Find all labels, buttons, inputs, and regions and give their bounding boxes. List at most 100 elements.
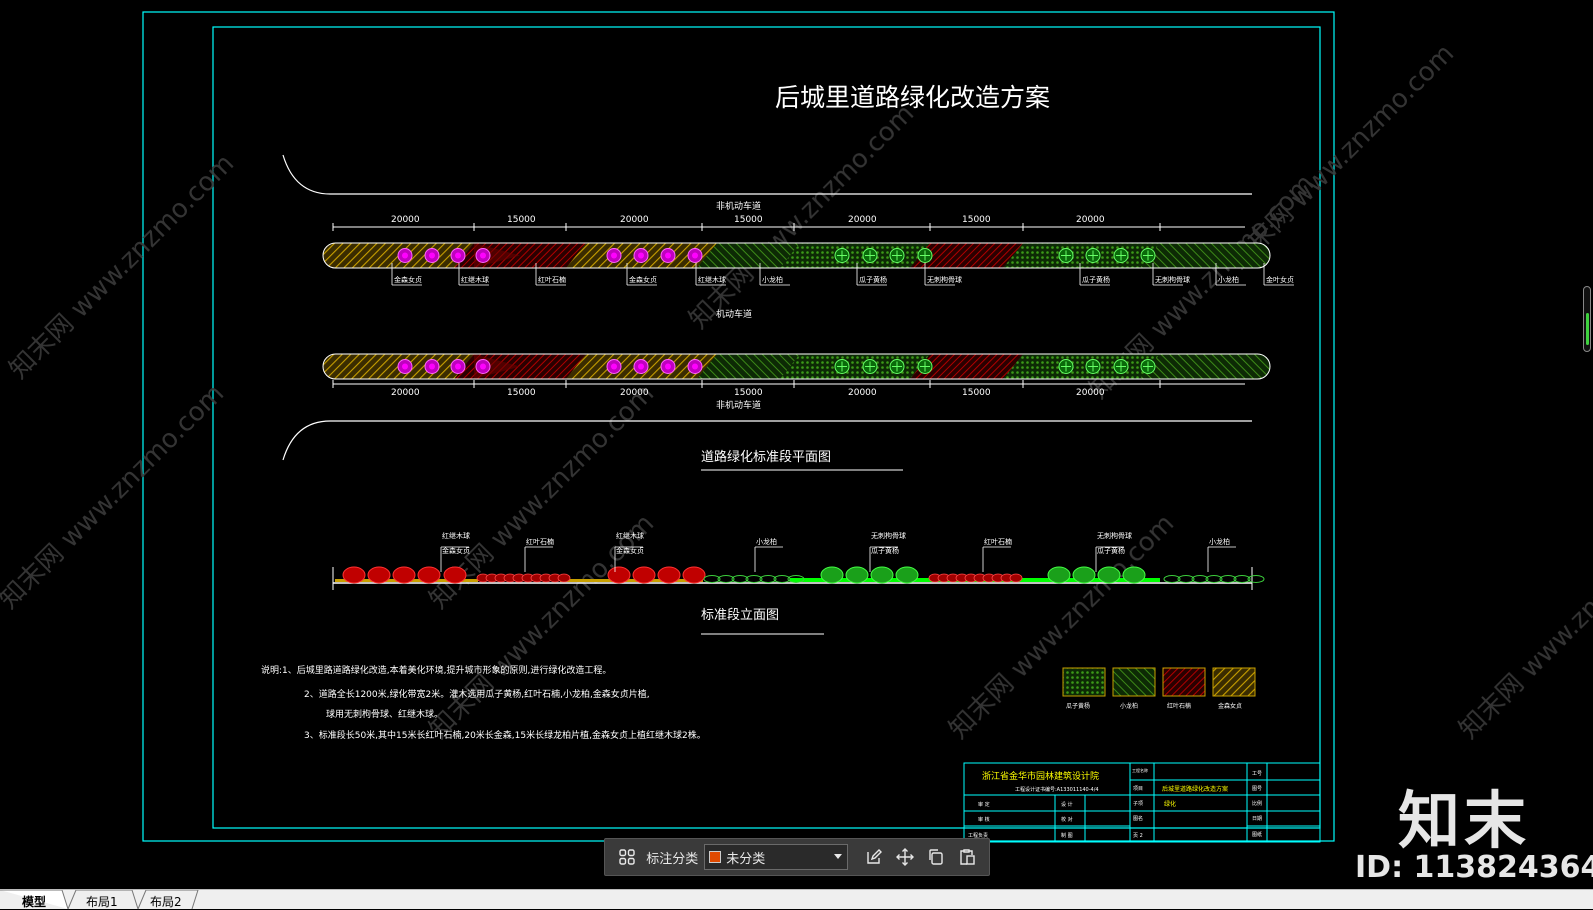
legend-label: 瓜子黄杨 <box>1066 702 1090 710</box>
tb-right-label: 日期 <box>1252 816 1262 822</box>
dim-value: 15000 <box>507 215 536 225</box>
shrub-ball-core <box>480 363 486 370</box>
tb-mid-head: 工程名称 <box>1132 767 1148 773</box>
copy-icon[interactable] <box>924 844 949 870</box>
watermark-text: 知末网 www.znzmo.com <box>1224 39 1460 275</box>
tb-row-right: 校 对 <box>1061 816 1073 823</box>
tb-row-label: 审 核 <box>978 816 990 823</box>
shrub-ball-core <box>692 252 698 259</box>
shrub-ball-core <box>455 363 461 370</box>
grid-icon[interactable] <box>614 844 639 870</box>
sheet-name: 绿化 <box>1164 800 1176 808</box>
band-green-dot <box>780 243 930 268</box>
elev-label: 红叶石楠 <box>526 537 554 546</box>
elev-label: 瓜子黄杨 <box>1097 546 1125 555</box>
category-color-swatch <box>709 851 722 863</box>
tb-row-label: 审 定 <box>978 801 990 808</box>
watermark-text: 知末网 www.znzmo.com <box>1454 509 1593 745</box>
legend-swatch-longbai <box>1112 667 1156 697</box>
dim-value: 20000 <box>391 388 420 398</box>
planting-strip-top <box>322 242 1271 269</box>
plan-label: 无刺枸骨球 <box>927 275 962 284</box>
legend: 瓜子黄杨 小龙柏 红叶石楠 金森女贞 <box>1062 667 1256 710</box>
dim-value: 20000 <box>1076 215 1105 225</box>
plan-label: 瓜子黄杨 <box>859 275 887 284</box>
legend-label: 小龙柏 <box>1120 702 1138 710</box>
tb-mid-head: 子项 <box>1133 800 1143 807</box>
watermark-text: 知末网 www.znzmo.com <box>4 149 240 385</box>
dim-value: 20000 <box>620 215 649 225</box>
road-edge-top <box>282 154 1252 195</box>
band-green-dot <box>780 354 930 379</box>
shrub-ball-core <box>638 363 644 370</box>
tab-layout-1[interactable]: 布局1 <box>86 893 118 910</box>
elev-shrub-red <box>417 566 441 584</box>
dim-value: 20000 <box>1076 388 1105 398</box>
watermark-layer: 知末网 www.znzmo.com 知末网 www.znzmo.com 知末网 … <box>0 39 1593 745</box>
shrub-ball-core <box>402 252 408 259</box>
elev-label: 金森女贞 <box>442 546 470 555</box>
elev-shrub-red <box>342 566 366 584</box>
tb-mid-head: 项目 <box>1133 786 1143 792</box>
elev-label: 红继木球 <box>442 531 470 540</box>
plan-label: 无刺枸骨球 <box>1155 275 1190 284</box>
legend-swatch-shinan <box>1162 667 1206 697</box>
dim-value: 15000 <box>962 215 991 225</box>
shrub-ball-core <box>429 363 435 370</box>
paste-icon[interactable] <box>955 844 980 870</box>
move-icon[interactable] <box>892 844 917 870</box>
elev-shrub-green <box>1047 566 1071 584</box>
road-label-bottom: 非机动车道 <box>716 399 761 411</box>
watermark-text: 知末网 www.znzmo.com <box>684 99 920 335</box>
elev-base-yellow <box>560 579 703 582</box>
edit-icon[interactable] <box>861 844 886 870</box>
drawing-title: 后城里道路绿化改造方案 <box>775 83 1050 112</box>
scroll-thumb[interactable] <box>1586 313 1589 345</box>
shrub-ball-core <box>692 363 698 370</box>
tb-row-right: 设 计 <box>1061 801 1073 808</box>
shrub-ball-core <box>480 252 486 259</box>
elev-shrub-green <box>870 566 894 584</box>
plan-title: 道路绿化标准段平面图 <box>701 449 831 465</box>
tb-right-label: 图纸 <box>1252 831 1262 838</box>
elev-shrub-red <box>392 566 416 584</box>
elev-shrub-red <box>367 566 391 584</box>
tb-right-label: 工号 <box>1252 771 1262 777</box>
watermark-text: 知末网 www.znzmo.com <box>0 379 230 615</box>
cad-drawing-canvas[interactable]: 知末网 www.znzmo.com 知末网 www.znzmo.com 知末网 … <box>0 0 1593 890</box>
elev-shrub-green <box>845 566 869 584</box>
watermark-text: 知末网 www.znzmo.com <box>944 509 1180 745</box>
elev-shrub-red <box>443 566 467 584</box>
layout-tab-bar: 模型 布局1 布局2 <box>0 889 1593 910</box>
elevation-title: 标准段立面图 <box>701 608 779 623</box>
elev-shrub-red <box>632 566 656 584</box>
chevron-down-icon <box>834 854 843 859</box>
dimension-bottom-values: 20000 15000 20000 15000 20000 15000 20000 <box>391 388 1105 398</box>
dimension-top-values: 20000 15000 20000 15000 20000 15000 20000 <box>391 215 1105 225</box>
band-green <box>1140 354 1270 379</box>
elev-label: 红叶石楠 <box>984 537 1012 546</box>
plan-label: 金叶女贞 <box>1266 275 1294 284</box>
tab-model[interactable]: 模型 <box>22 893 46 910</box>
legend-swatch-guazi <box>1062 667 1106 697</box>
dim-value: 20000 <box>848 215 877 225</box>
shrub-ball-core <box>429 252 435 259</box>
road-label-mid: 机动车道 <box>716 308 752 320</box>
vertical-scroll-indicator[interactable] <box>1583 286 1591 352</box>
shrub-ball-core <box>665 252 671 259</box>
tb-row-right: 制 图 <box>1061 832 1073 839</box>
plan-label: 小龙柏 <box>1218 275 1239 284</box>
tb-right-label: 图号 <box>1252 786 1262 792</box>
elev-label: 瓜子黄杨 <box>871 546 899 555</box>
elev-shrub-red <box>607 566 631 584</box>
legend-label: 金森女贞 <box>1218 702 1242 710</box>
plan-label: 金森女贞 <box>629 275 657 284</box>
shrub-ball-core <box>611 252 617 259</box>
tab-layout-2[interactable]: 布局2 <box>150 893 182 910</box>
annotation-category-select[interactable]: 未分类 <box>704 844 849 870</box>
plan-label: 红叶石楠 <box>538 275 566 284</box>
elev-shrub-green <box>1097 566 1121 584</box>
project-name: 后城里道路绿化改造方案 <box>1162 785 1228 793</box>
elev-label: 无刺枸骨球 <box>1097 531 1132 540</box>
shrub-ball-core <box>402 363 408 370</box>
